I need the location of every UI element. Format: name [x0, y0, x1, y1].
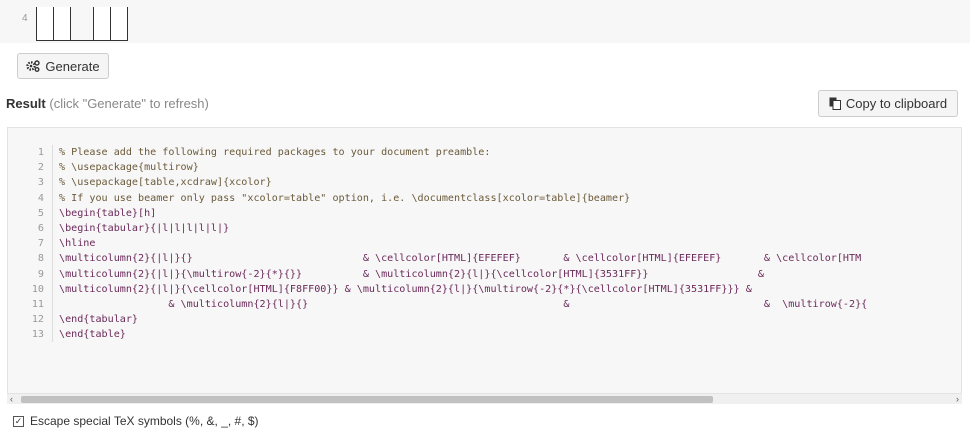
code-line: 3 % \usepackage[table,xcdraw]{xcolor}	[8, 175, 867, 191]
code-text: % If you use beamer only pass "xcolor=ta…	[59, 192, 631, 204]
line-number: 5	[8, 205, 53, 221]
code-line: 8 \multicolumn{2}{|l|}{} & \cellcolor[HTM…	[8, 251, 867, 267]
line-number: 1	[8, 145, 53, 161]
line-number: 10	[8, 281, 53, 297]
line-number: 3	[8, 175, 53, 191]
code-line: 13 \end{table}	[8, 327, 867, 343]
line-number: 9	[8, 266, 53, 282]
code-text: \multicolumn{2}{|l|}{} & \cellcolor[HTML…	[59, 253, 862, 265]
code-output[interactable]: 1 % Please add the following required pac…	[7, 127, 962, 404]
table-cell[interactable]	[71, 7, 94, 41]
code-line: 4 % If you use beamer only pass "xcolor=t…	[8, 190, 867, 206]
generate-button[interactable]: Generate	[17, 53, 109, 79]
code-line: 11 & \multicolumn{2}{l|}{} & & \multirow…	[8, 296, 868, 313]
result-title: Result	[6, 96, 46, 111]
scroll-left-icon[interactable]: ‹	[10, 394, 13, 404]
table-cell[interactable]	[110, 7, 128, 41]
code-text: \end{tabular}	[59, 314, 139, 326]
gears-icon	[26, 60, 41, 72]
row-number: 4	[22, 13, 28, 24]
result-hint: (click "Generate" to refresh)	[49, 96, 209, 111]
code-text: % Please add the following required pack…	[59, 147, 491, 158]
line-number: 4	[8, 190, 53, 206]
generate-label: Generate	[45, 58, 100, 74]
table-cell[interactable]	[93, 7, 111, 41]
code-text: \hline	[59, 238, 96, 250]
line-number: 13	[8, 327, 53, 343]
code-text: % \usepackage{multirow}	[59, 162, 199, 174]
line-number: 6	[8, 220, 53, 237]
line-number: 2	[8, 160, 53, 176]
table-cell[interactable]	[53, 7, 71, 41]
code-line: 6 \begin{tabular}{|l|l|l|l|l|}	[8, 220, 867, 237]
code-text: \end{table}	[59, 329, 126, 341]
code-text: \begin{table}[h]	[59, 207, 157, 219]
code-line: 7 \hline	[8, 236, 867, 252]
table-cell[interactable]	[36, 7, 54, 41]
code-text: \multicolumn{2}{|l|}{\cellcolor[HTML]{F8…	[59, 283, 752, 295]
horizontal-scrollbar[interactable]: ‹ ›	[7, 393, 962, 404]
code-text: \begin{tabular}{|l|l|l|l|l|}	[59, 222, 230, 234]
scrollbar-thumb[interactable]	[21, 396, 713, 403]
code-line: 5 \begin{table}[h]	[8, 205, 867, 221]
clipboard-icon	[829, 97, 841, 110]
escape-checkbox[interactable]: ✓	[13, 415, 24, 427]
code-line: 12 \end{tabular}	[8, 312, 867, 328]
code-text: \multicolumn{2}{|l|}{\multirow{-2}{*}{}}…	[59, 268, 764, 280]
code-text: & \multicolumn{2}{l|}{} & & \multirow{-2…	[59, 298, 868, 310]
scroll-right-icon[interactable]: ›	[956, 394, 959, 404]
table-editor: 4	[0, 0, 970, 43]
escape-label: Escape special TeX symbols (%, &, _, #, …	[30, 414, 259, 428]
code-line: 10 \multicolumn{2}{|l|}{\cellcolor[HTML]{…	[8, 281, 867, 297]
code-line: 1 % Please add the following required pac…	[8, 145, 867, 161]
code-line: 9 \multicolumn{2}{|l|}{\multirow{-2}{*}{}…	[8, 266, 867, 282]
copy-to-clipboard-button[interactable]: Copy to clipboard	[818, 90, 958, 117]
line-number: 8	[8, 251, 53, 267]
code-lines: 1 % Please add the following required pac…	[8, 145, 868, 343]
line-number: 11	[8, 296, 53, 313]
copy-label: Copy to clipboard	[845, 96, 948, 111]
code-line: 2 % \usepackage{multirow}	[8, 160, 867, 176]
line-number: 12	[8, 312, 53, 328]
line-number: 7	[8, 236, 53, 252]
escape-option[interactable]: ✓ Escape special TeX symbols (%, &, _, #…	[13, 414, 259, 428]
result-heading: Result (click "Generate" to refresh)	[6, 96, 209, 111]
code-text: % \usepackage[table,xcdraw]{xcolor}	[59, 177, 272, 189]
